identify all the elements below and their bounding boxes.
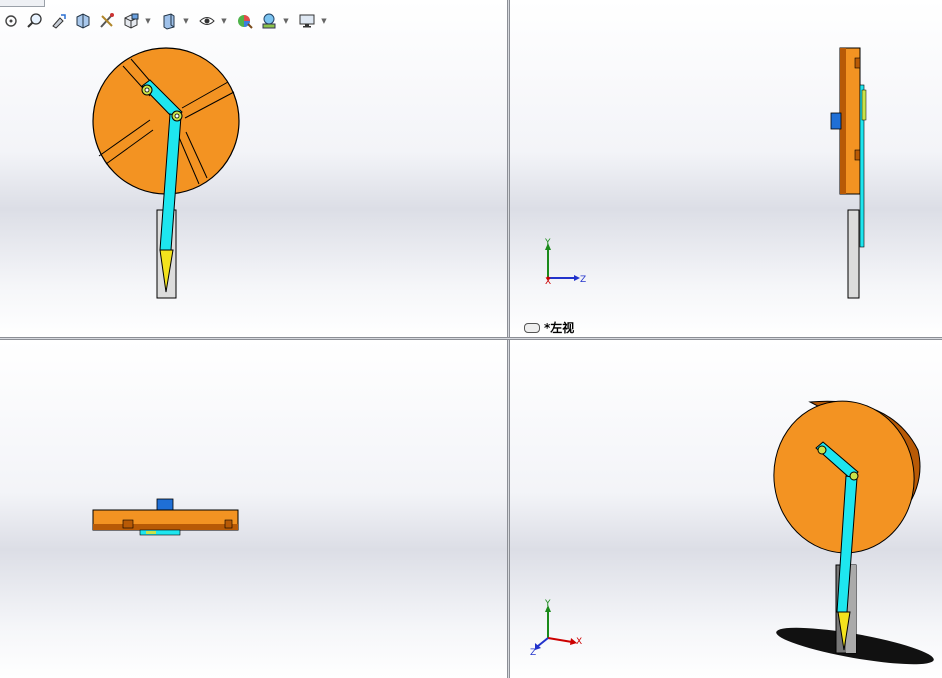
viewport-isometric[interactable]: Y X Z	[510, 340, 942, 678]
view-name-text: *左视	[544, 321, 575, 335]
triad-y-label: Y	[544, 599, 551, 609]
triad-z-label: Z	[580, 275, 586, 285]
view-name-label: *左视	[524, 319, 574, 336]
triad-y-label: Y	[544, 238, 551, 248]
triad-x-label: X	[545, 277, 551, 287]
viewport-top[interactable]	[0, 340, 507, 678]
top-view-model[interactable]	[0, 340, 507, 678]
stem-edge	[847, 209, 860, 299]
viewport-splitter-horizontal[interactable]	[0, 337, 942, 340]
triad-z-label: Z	[530, 648, 536, 656]
axis-triad: Y X Z	[530, 599, 582, 656]
viewport-left[interactable]: Y Z X *左视	[510, 0, 942, 337]
viewport-front[interactable]: ▼ ▼ ▼ ▼ ▼	[0, 0, 507, 337]
front-view-model[interactable]	[0, 0, 507, 337]
hub	[830, 112, 842, 130]
link-views-icon[interactable]	[524, 322, 540, 333]
hub	[156, 498, 174, 512]
axis-triad: Y Z X	[544, 238, 586, 287]
triad-x-label: X	[576, 637, 582, 647]
